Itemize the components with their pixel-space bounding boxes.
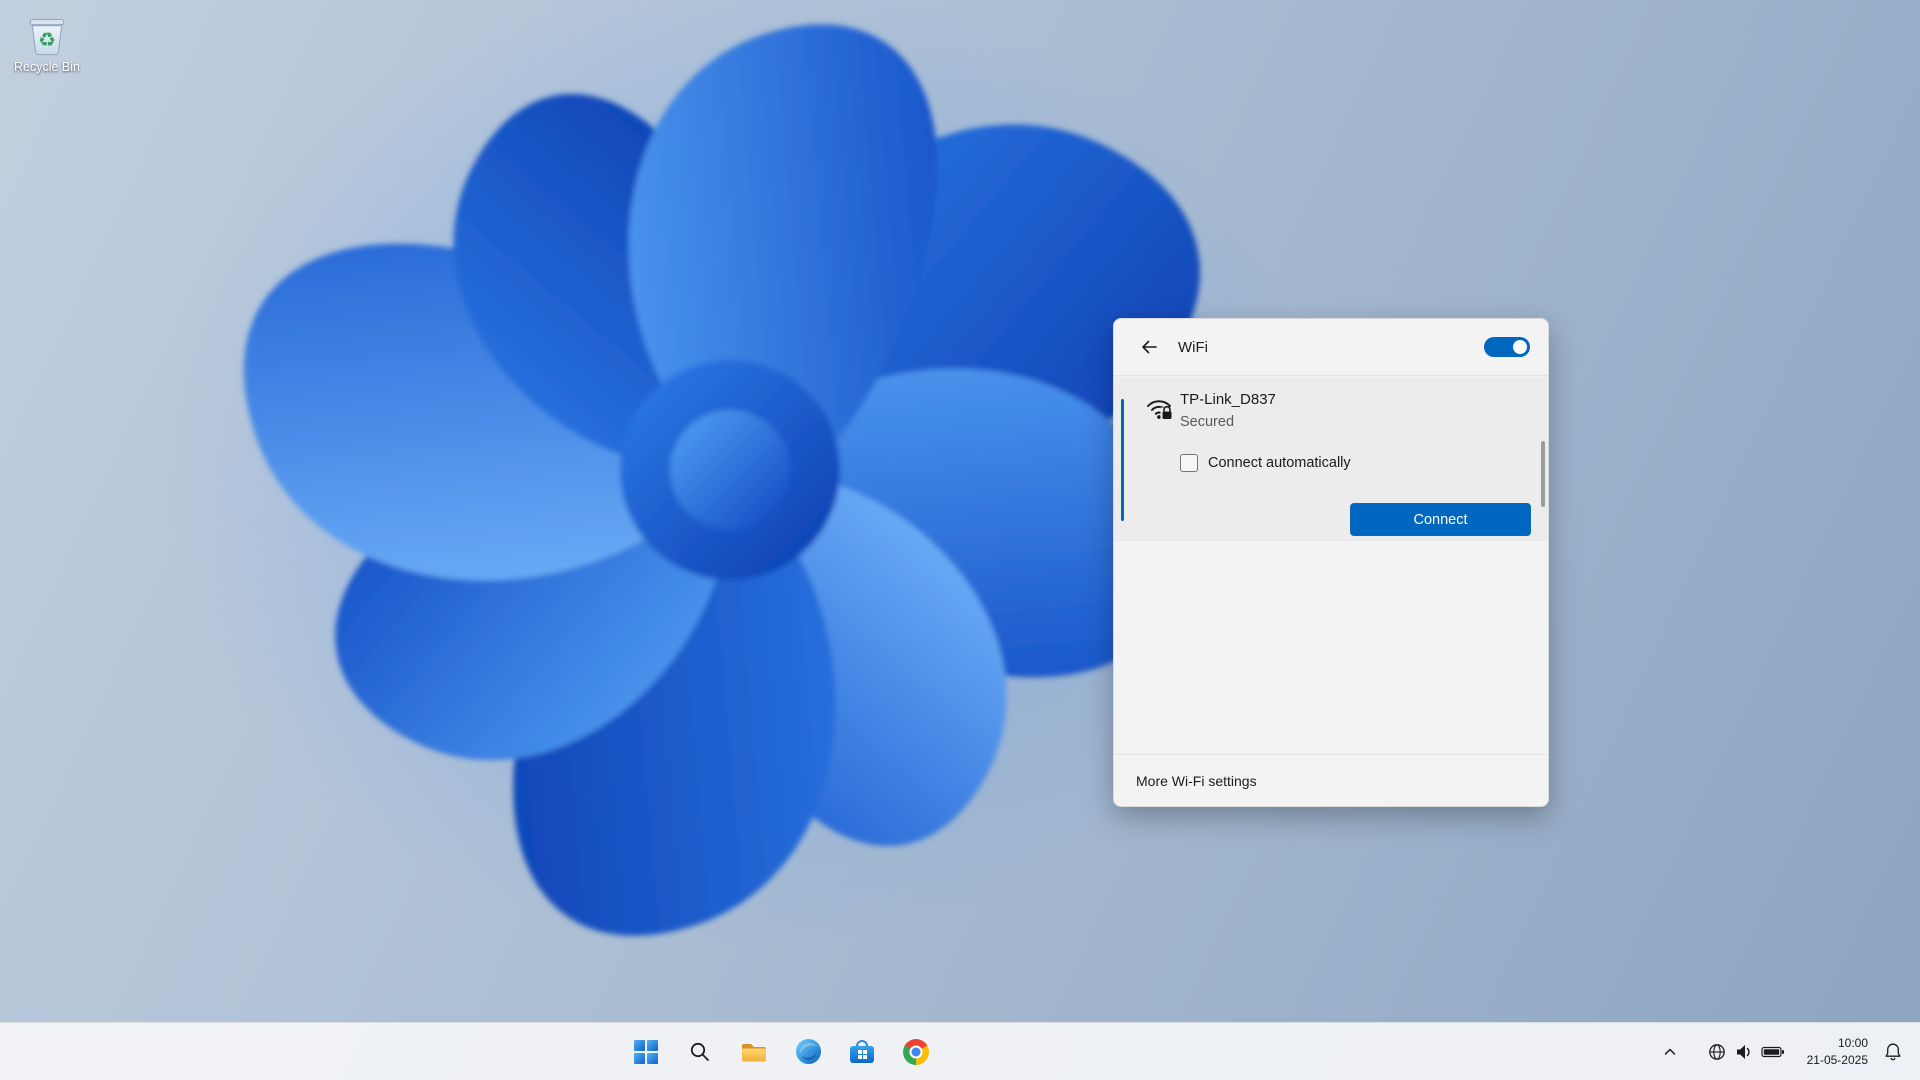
recycle-bin-label: Recycle Bin [14, 60, 80, 74]
wifi-toggle[interactable] [1484, 337, 1530, 357]
edge-icon [795, 1038, 822, 1065]
notification-bell-icon [1883, 1042, 1903, 1062]
taskbar-center-icons [626, 1023, 936, 1080]
start-button[interactable] [626, 1032, 666, 1072]
more-wifi-settings-link[interactable]: More Wi-Fi settings [1136, 773, 1257, 789]
recycle-icon: ♻ [38, 29, 56, 52]
microsoft-store-button[interactable] [842, 1032, 882, 1072]
microsoft-store-icon [850, 1040, 874, 1063]
battery-icon [1761, 1045, 1785, 1059]
network-status: Secured [1180, 414, 1234, 430]
back-arrow-icon [1140, 338, 1158, 356]
desktop-wallpaper [0, 0, 1920, 1080]
wifi-network-item[interactable]: TP-Link_D837 Secured Connect automatical… [1114, 377, 1548, 541]
connect-automatically-row[interactable]: Connect automatically [1180, 454, 1351, 472]
wifi-panel-title: WiFi [1178, 339, 1208, 356]
edge-button[interactable] [788, 1032, 828, 1072]
chrome-icon [903, 1039, 929, 1065]
search-button[interactable] [680, 1032, 720, 1072]
file-explorer-icon [740, 1040, 768, 1064]
clock[interactable]: 10:00 21-05-2025 [1807, 1035, 1868, 1067]
connect-automatically-checkbox[interactable] [1180, 454, 1198, 472]
wifi-panel-footer: More Wi-Fi settings [1114, 754, 1548, 806]
recycle-bin-desktop-icon[interactable]: ♻ Recycle Bin [10, 8, 84, 74]
connect-automatically-label: Connect automatically [1208, 455, 1351, 471]
chrome-button[interactable] [896, 1032, 936, 1072]
wallpaper-bloom [0, 0, 1920, 1080]
tray-overflow-button[interactable] [1655, 1037, 1685, 1067]
taskbar: 10:00 21-05-2025 [0, 1022, 1920, 1080]
network-globe-icon [1707, 1042, 1727, 1062]
wifi-flyout-panel: WiFi TP-Link_D837 Secured Connect automa… [1113, 318, 1549, 807]
file-explorer-button[interactable] [734, 1032, 774, 1072]
clock-time: 10:00 [1807, 1035, 1868, 1051]
chevron-up-icon [1662, 1044, 1678, 1060]
selection-accent-bar [1121, 399, 1124, 521]
windows-start-icon [634, 1040, 658, 1064]
clock-date: 21-05-2025 [1807, 1052, 1868, 1068]
recycle-bin-icon: ♻ [22, 8, 72, 58]
connect-button[interactable]: Connect [1350, 503, 1531, 536]
panel-scrollbar[interactable] [1541, 441, 1545, 507]
notification-center-button[interactable] [1878, 1037, 1908, 1067]
wifi-panel-header: WiFi [1114, 319, 1548, 376]
wifi-secured-icon [1144, 394, 1176, 422]
search-icon [688, 1040, 712, 1064]
taskbar-system-tray: 10:00 21-05-2025 [1655, 1023, 1920, 1080]
volume-icon [1735, 1043, 1753, 1061]
back-button[interactable] [1132, 330, 1166, 364]
network-name: TP-Link_D837 [1180, 391, 1276, 408]
wifi-toggle-knob [1513, 340, 1527, 354]
quick-settings-button[interactable] [1699, 1036, 1793, 1068]
